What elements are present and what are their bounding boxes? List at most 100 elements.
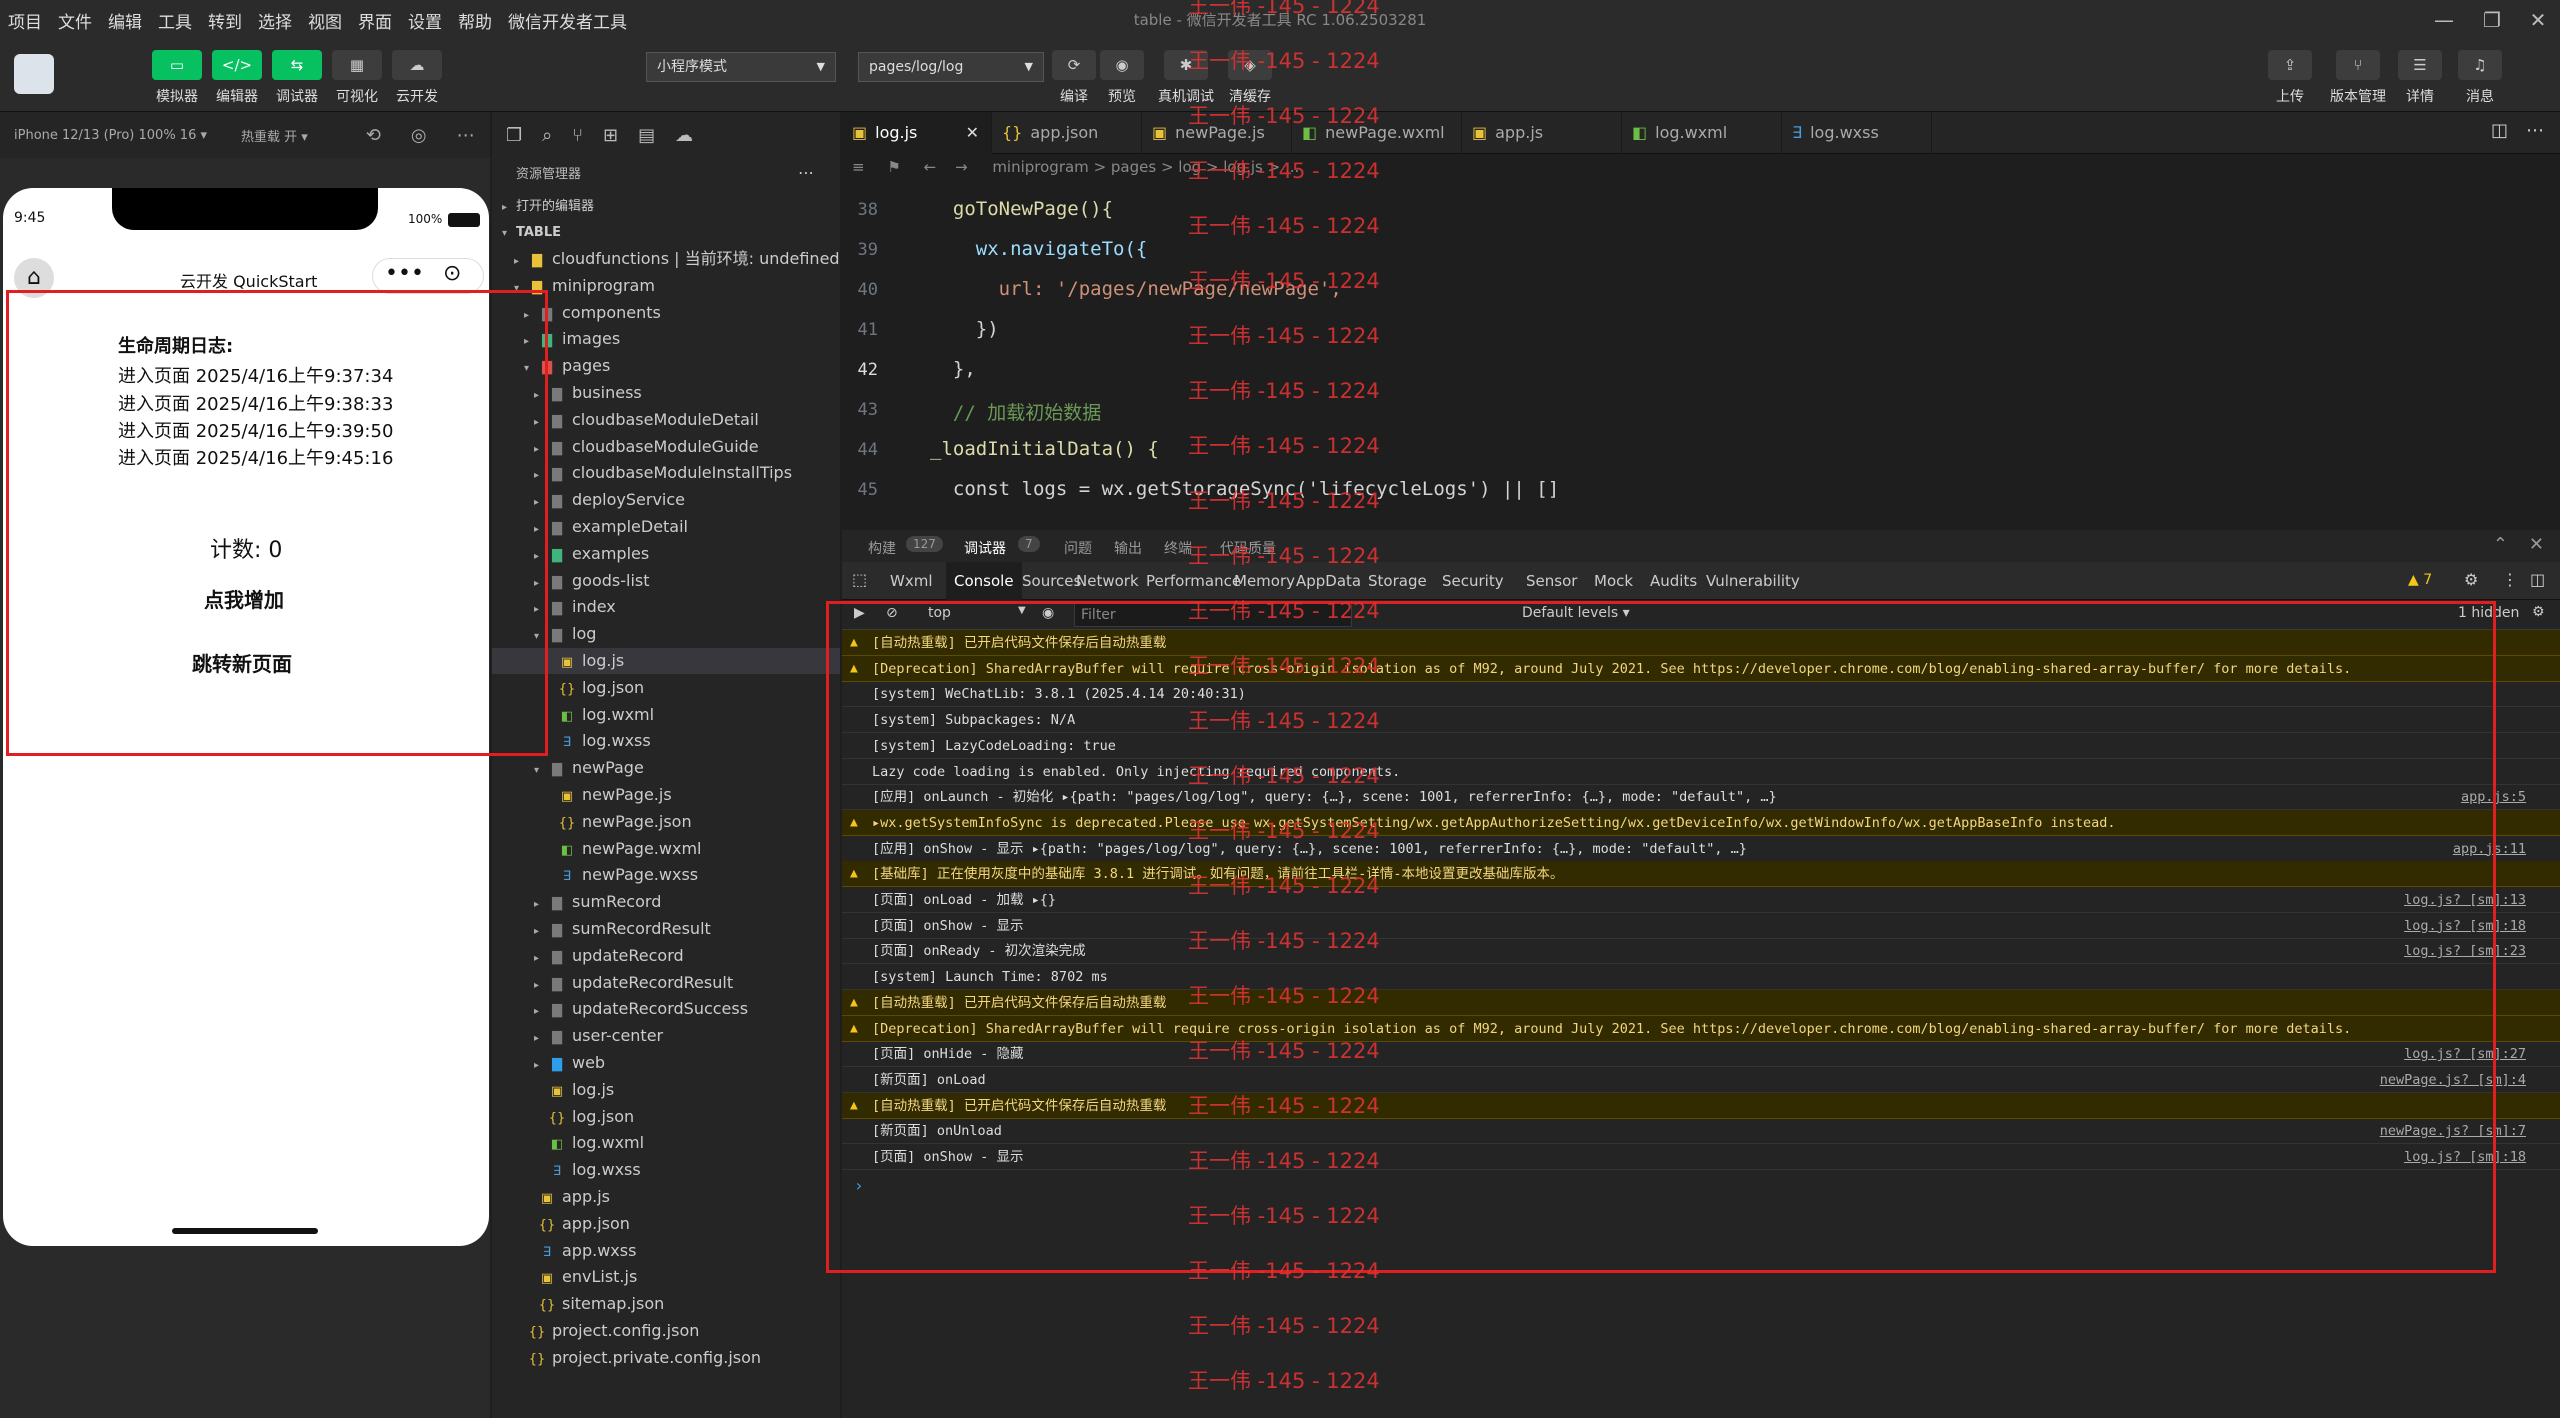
bookmark-icon[interactable]: ⚑ bbox=[887, 158, 900, 176]
minimize-button[interactable]: — bbox=[2424, 4, 2464, 36]
editor-tab[interactable]: ▣ newPage.js bbox=[1142, 112, 1292, 154]
layout-icon[interactable]: ▤ bbox=[638, 125, 655, 146]
split-icon[interactable]: ◫ bbox=[2491, 120, 2508, 141]
device-select[interactable]: iPhone 12/13 (Pro) 100% 16 ▾ bbox=[14, 128, 207, 143]
menu-item[interactable]: 文件 bbox=[50, 8, 100, 33]
tree-item[interactable]: ▸ ▇ business bbox=[534, 380, 642, 406]
close-icon[interactable]: ✕ bbox=[966, 112, 979, 154]
messages-button[interactable]: ♫ 消息 bbox=[2458, 50, 2502, 106]
tree-item[interactable]: ▾ ▇ newPage bbox=[534, 755, 644, 781]
tree-item[interactable]: ▸ ▇ updateRecord bbox=[534, 943, 684, 969]
more-icon[interactable]: ⋯ bbox=[2526, 120, 2544, 141]
tab-debugger[interactable]: 调试器 bbox=[964, 538, 1006, 558]
cloud-icon[interactable]: ☁ bbox=[675, 125, 693, 146]
tree-item[interactable]: {} log.json bbox=[534, 1104, 634, 1130]
devtools-tab[interactable]: Storage bbox=[1360, 562, 1435, 600]
preview-button[interactable]: ◉ 预览 bbox=[1100, 50, 1144, 106]
mode-select[interactable]: 小程序模式 ▼ bbox=[646, 52, 836, 82]
visual-button[interactable]: ▦ 可视化 bbox=[332, 50, 382, 106]
tab-output[interactable]: 输出 bbox=[1114, 538, 1142, 558]
record-icon[interactable]: ◎ bbox=[411, 125, 427, 146]
rotate-icon[interactable]: ⟲ bbox=[366, 125, 381, 146]
search-icon[interactable]: ⌕ bbox=[542, 125, 552, 146]
remote-debug-button[interactable]: ✱ 真机调试 bbox=[1158, 50, 1214, 106]
list-icon[interactable]: ≡ bbox=[852, 158, 865, 176]
editor-tab[interactable]: ◧ newPage.wxml bbox=[1292, 112, 1462, 154]
tree-item[interactable]: ▸ ▇ user-center bbox=[534, 1023, 663, 1049]
gear-icon[interactable]: ⚙ bbox=[2464, 570, 2478, 589]
chevron-up-icon[interactable]: ⌃ bbox=[2493, 534, 2508, 555]
forward-icon[interactable]: → bbox=[955, 158, 968, 176]
version-button[interactable]: ⑂ 版本管理 bbox=[2330, 50, 2386, 106]
gear-icon[interactable]: ⚙ bbox=[2532, 604, 2545, 620]
files-icon[interactable]: ❐ bbox=[506, 125, 522, 146]
tree-item[interactable]: {} sitemap.json bbox=[524, 1291, 665, 1317]
close-window-button[interactable]: ✕ bbox=[2518, 4, 2558, 36]
tree-item[interactable]: ▣ newPage.js bbox=[544, 782, 672, 808]
devtools-tab[interactable]: AppData bbox=[1288, 562, 1369, 600]
tree-item[interactable]: ▸ ▇ web bbox=[534, 1050, 605, 1076]
tree-item[interactable]: ▸ ▇ updateRecordSuccess bbox=[534, 996, 748, 1022]
close-mini-icon[interactable]: ⊙ bbox=[443, 261, 461, 286]
inspect-icon[interactable]: ⬚ bbox=[852, 570, 867, 589]
menu-item[interactable]: 帮助 bbox=[450, 8, 500, 33]
menu-item[interactable]: 设置 bbox=[400, 8, 450, 33]
simulator-toggle-button[interactable]: ▭ 模拟器 bbox=[152, 50, 202, 106]
devtools-tab[interactable]: Audits bbox=[1642, 562, 1705, 600]
menu-item[interactable]: 编辑 bbox=[100, 8, 150, 33]
tab-code-quality[interactable]: 代码质量 bbox=[1220, 538, 1276, 558]
editor-tab[interactable]: {} app.json bbox=[992, 112, 1142, 154]
code-editor[interactable]: 38 goToNewPage(){39 wx.navigateTo({40 ur… bbox=[842, 180, 2560, 522]
menu-item[interactable]: 微信开发者工具 bbox=[500, 8, 635, 33]
capsule-menu[interactable]: ••• ⊙ bbox=[372, 258, 484, 294]
tree-item[interactable]: ∃ newPage.wxss bbox=[544, 862, 698, 888]
warning-count[interactable]: ▲ 7 bbox=[2408, 572, 2432, 588]
tree-item[interactable]: ∃ app.wxss bbox=[524, 1238, 637, 1264]
avatar[interactable] bbox=[14, 54, 54, 94]
tree-item[interactable]: {} log.json bbox=[544, 675, 644, 701]
details-button[interactable]: ☰ 详情 bbox=[2398, 50, 2442, 106]
tree-item[interactable]: ▸ ▇ examples bbox=[534, 541, 649, 567]
page-select[interactable]: pages/log/log ▼ bbox=[858, 52, 1044, 82]
tree-item[interactable]: ▸ ▇ goods-list bbox=[534, 568, 650, 594]
tree-item[interactable]: ▸ ▇ cloudbaseModuleGuide bbox=[534, 434, 759, 460]
tree-item[interactable]: ▸ ▇ deployService bbox=[534, 487, 685, 513]
tree-item[interactable]: ◧ newPage.wxml bbox=[544, 836, 702, 862]
tree-item[interactable]: ▸ ▇ exampleDetail bbox=[534, 514, 688, 540]
devtools-tab[interactable]: Mock bbox=[1586, 562, 1641, 600]
tree-item[interactable]: ▸ ▇ sumRecordResult bbox=[534, 916, 711, 942]
more-icon[interactable]: ⋯ bbox=[798, 160, 814, 186]
upload-button[interactable]: ⇪ 上传 bbox=[2268, 50, 2312, 106]
devtools-tab[interactable]: Network bbox=[1068, 562, 1147, 600]
tree-item[interactable]: ▸ ▇ updateRecordResult bbox=[534, 970, 733, 996]
tree-item[interactable]: {} newPage.json bbox=[544, 809, 692, 835]
more-icon[interactable]: ⋯ bbox=[457, 125, 475, 146]
hot-reload-select[interactable]: 热重载 开 ▾ bbox=[241, 126, 308, 145]
devtools-tab[interactable]: Security bbox=[1434, 562, 1512, 600]
extensions-icon[interactable]: ⊞ bbox=[603, 125, 618, 146]
devtools-tab[interactable]: Console bbox=[946, 562, 1022, 600]
back-icon[interactable]: ← bbox=[924, 158, 937, 176]
tree-item[interactable]: ∃ log.wxss bbox=[544, 728, 651, 754]
project-root[interactable]: ▾ TABLE bbox=[502, 220, 561, 246]
git-icon[interactable]: ⑂ bbox=[572, 125, 583, 146]
more-icon[interactable]: ••• bbox=[385, 261, 424, 286]
maximize-button[interactable]: ❐ bbox=[2472, 4, 2512, 36]
devtools-tab[interactable]: Vulnerability bbox=[1698, 562, 1808, 600]
breadcrumb-path[interactable]: miniprogram > pages > log > log.js > ... bbox=[992, 158, 1299, 176]
menu-item[interactable]: 选择 bbox=[250, 8, 300, 33]
debugger-toggle-button[interactable]: ⇆ 调试器 bbox=[272, 50, 322, 106]
tree-item[interactable]: {} app.json bbox=[524, 1211, 630, 1237]
tree-item[interactable]: ▸ ▇ cloudbaseModuleDetail bbox=[534, 407, 759, 433]
tree-item[interactable]: ▣ log.js bbox=[534, 1077, 614, 1103]
open-editors-section[interactable]: ▸ 打开的编辑器 bbox=[502, 194, 594, 220]
menu-item[interactable]: 界面 bbox=[350, 8, 400, 33]
menu-item[interactable]: 工具 bbox=[150, 8, 200, 33]
tree-item[interactable]: ▸ ▇ sumRecord bbox=[534, 889, 661, 915]
menu-item[interactable]: 视图 bbox=[300, 8, 350, 33]
tree-item[interactable]: ◧ log.wxml bbox=[544, 702, 654, 728]
devtools-tab[interactable]: Wxml bbox=[882, 562, 941, 600]
menu-item[interactable]: 项目 bbox=[0, 8, 50, 33]
tab-problems[interactable]: 问题 bbox=[1064, 538, 1092, 558]
tab-build[interactable]: 构建 bbox=[868, 538, 896, 558]
